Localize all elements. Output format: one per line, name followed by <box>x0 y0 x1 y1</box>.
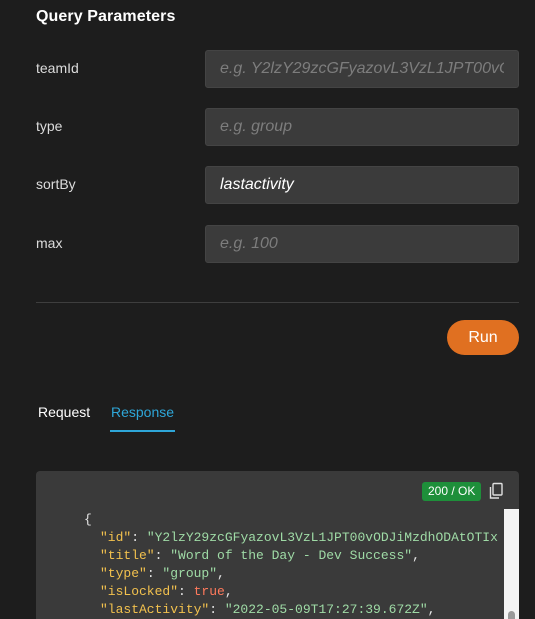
param-label-type: type <box>36 118 63 134</box>
teamid-input[interactable] <box>205 50 519 88</box>
json-value-lastactivity: "2022-05-09T17:27:39.672Z" <box>224 602 428 617</box>
param-row-type: type <box>36 108 519 146</box>
status-badge: 200 / OK <box>422 482 482 501</box>
api-explorer-panel: Query Parameters teamId type sortBy max … <box>0 0 535 619</box>
tab-response[interactable]: Response <box>110 398 176 432</box>
json-value-islocked: true <box>193 584 225 599</box>
response-json: { "id": "Y2lzY29zcGFyazovL3VzL1JPT00vODJ… <box>84 512 498 617</box>
type-input[interactable] <box>205 108 519 146</box>
sortby-input[interactable] <box>205 166 519 204</box>
scrollbar-thumb[interactable] <box>508 611 515 619</box>
json-value-id: "Y2lzY29zcGFyazovL3VzL1JPT00vODJiMzdhODA… <box>146 530 498 545</box>
param-row-teamid: teamId <box>36 50 519 88</box>
param-label-sortby: sortBy <box>36 176 76 192</box>
json-value-title: "Word of the Day - Dev Success" <box>170 548 413 563</box>
response-scrollbar[interactable] <box>504 509 519 619</box>
param-row-sortby: sortBy <box>36 166 519 204</box>
request-response-tabs: Request Response <box>36 398 336 432</box>
query-parameters-title: Query Parameters <box>36 8 176 25</box>
param-row-max: max <box>36 225 519 263</box>
json-key-id: "id" <box>100 530 132 545</box>
json-key-title: "title" <box>100 548 155 563</box>
run-button[interactable]: Run <box>447 320 519 355</box>
json-key-lastactivity: "lastActivity" <box>100 602 210 617</box>
param-label-teamid: teamId <box>36 60 79 76</box>
max-input[interactable] <box>205 225 519 263</box>
copy-icon[interactable] <box>488 482 504 500</box>
json-key-type: "type" <box>100 566 147 581</box>
json-key-islocked: "isLocked" <box>100 584 179 599</box>
json-open-brace: { <box>84 512 92 527</box>
json-value-type: "group" <box>162 566 218 581</box>
section-divider <box>36 302 519 303</box>
tab-request[interactable]: Request <box>38 398 90 430</box>
param-label-max: max <box>36 235 63 251</box>
response-panel: 200 / OK { "id": "Y2lzY29zcGFyazovL3VzL1… <box>36 471 519 619</box>
